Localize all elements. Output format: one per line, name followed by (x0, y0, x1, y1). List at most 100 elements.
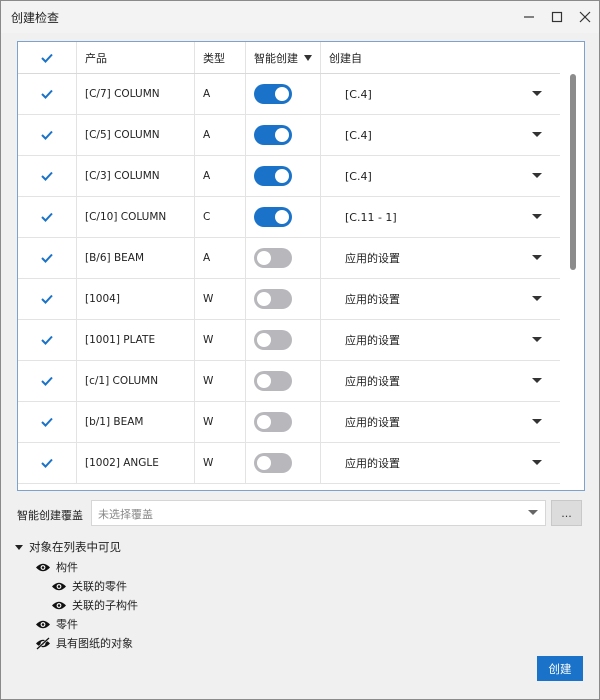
created-from-dropdown[interactable]: [C.4] (321, 156, 560, 196)
created-from-dropdown[interactable]: 应用的设置 (321, 279, 560, 319)
scrollbar-thumb[interactable] (570, 74, 576, 270)
table-row[interactable]: [c/1] COLUMN W 应用的设置 (18, 361, 560, 402)
table-row[interactable]: [1004] W 应用的设置 (18, 279, 560, 320)
row-checkbox[interactable] (40, 374, 54, 388)
header-type[interactable]: 类型 (195, 42, 246, 73)
created-from-dropdown[interactable]: 应用的设置 (321, 361, 560, 401)
visibility-item[interactable]: 零件 (35, 616, 78, 632)
row-check-cell (18, 238, 77, 278)
created-from-dropdown[interactable]: [C.11 - 1] (321, 197, 560, 237)
smart-create-toggle[interactable] (254, 289, 292, 309)
chevron-down-icon (532, 214, 542, 219)
table-row[interactable]: [b/1] BEAM W 应用的设置 (18, 402, 560, 443)
created-from-value: 应用的设置 (345, 457, 400, 470)
smart-create-toggle[interactable] (254, 207, 292, 227)
product-type: A (203, 88, 211, 100)
select-all-checkbox[interactable] (40, 51, 54, 65)
row-check-cell (18, 279, 77, 319)
row-checkbox[interactable] (40, 251, 54, 265)
row-checkbox[interactable] (40, 87, 54, 101)
created-from-dropdown[interactable]: 应用的设置 (321, 402, 560, 442)
override-label: 智能创建覆盖 (17, 509, 83, 522)
table-row[interactable]: [1001] PLATE W 应用的设置 (18, 320, 560, 361)
smart-create-toggle[interactable] (254, 412, 292, 432)
row-checkbox[interactable] (40, 456, 54, 470)
chevron-down-icon (532, 132, 542, 137)
product-type: W (203, 416, 214, 428)
header-product[interactable]: 产品 (77, 42, 195, 73)
toggle-knob (257, 456, 271, 470)
table-row[interactable]: [C/10] COLUMN C [C.11 - 1] (18, 197, 560, 238)
maximize-button[interactable] (545, 7, 569, 27)
browse-button[interactable]: ... (551, 500, 582, 526)
visibility-item[interactable]: 构件 (35, 559, 78, 575)
product-cell: [c/1] COLUMN (77, 361, 195, 401)
chevron-down-icon (532, 378, 542, 383)
type-cell: W (195, 361, 246, 401)
sort-desc-icon (304, 54, 312, 61)
created-from-value: 应用的设置 (345, 416, 400, 429)
smart-create-toggle[interactable] (254, 330, 292, 350)
product-name: [C/5] COLUMN (85, 129, 160, 141)
product-cell: [C/3] COLUMN (77, 156, 195, 196)
visibility-item-label: 具有图纸的对象 (56, 637, 133, 650)
header-created-from[interactable]: 创建自 (321, 42, 560, 73)
smart-create-toggle[interactable] (254, 371, 292, 391)
chevron-down-icon (532, 460, 542, 465)
created-from-dropdown[interactable]: 应用的设置 (321, 320, 560, 360)
close-button[interactable] (573, 7, 597, 27)
type-cell: W (195, 320, 246, 360)
toggle-knob (275, 169, 289, 183)
smart-create-cell (246, 361, 321, 401)
created-from-value: 应用的设置 (345, 334, 400, 347)
table-row[interactable]: [C/5] COLUMN A [C.4] (18, 115, 560, 156)
minimize-button[interactable] (517, 7, 541, 27)
created-from-value: [C.4] (345, 169, 372, 183)
row-checkbox[interactable] (40, 333, 54, 347)
product-name: [B/6] BEAM (85, 252, 145, 264)
visibility-item[interactable]: 关联的零件 (51, 578, 127, 594)
table-row[interactable]: [B/6] BEAM A 应用的设置 (18, 238, 560, 279)
row-checkbox[interactable] (40, 415, 54, 429)
visibility-section-toggle[interactable]: 对象在列表中可见 (15, 539, 121, 555)
type-cell: A (195, 156, 246, 196)
table-row[interactable]: [1002] ANGLE W 应用的设置 (18, 443, 560, 484)
checkmark-icon (41, 417, 53, 427)
smart-create-toggle[interactable] (254, 453, 292, 473)
row-check-cell (18, 402, 77, 442)
create-button[interactable]: 创建 (537, 656, 583, 681)
toggle-knob (257, 251, 271, 265)
product-type: W (203, 293, 214, 305)
row-checkbox[interactable] (40, 292, 54, 306)
visibility-item[interactable]: 关联的子构件 (51, 597, 138, 613)
smart-create-toggle[interactable] (254, 248, 292, 268)
header-smart-create[interactable]: 智能创建 (246, 42, 321, 73)
select-all-cell (18, 42, 77, 73)
smart-create-toggle[interactable] (254, 125, 292, 145)
checkmark-icon (41, 53, 53, 63)
row-checkbox[interactable] (40, 169, 54, 183)
smart-create-cell (246, 74, 321, 114)
vertical-scrollbar[interactable] (562, 42, 584, 490)
row-checkbox[interactable] (40, 210, 54, 224)
type-cell: A (195, 238, 246, 278)
row-checkbox[interactable] (40, 128, 54, 142)
created-from-dropdown[interactable]: 应用的设置 (321, 443, 560, 483)
table-row[interactable]: [C/3] COLUMN A [C.4] (18, 156, 560, 197)
smart-create-cell (246, 279, 321, 319)
visibility-item[interactable]: 具有图纸的对象 (35, 635, 133, 651)
smart-create-cell (246, 115, 321, 155)
created-from-dropdown[interactable]: 应用的设置 (321, 238, 560, 278)
override-dropdown[interactable]: 未选择覆盖 (91, 500, 546, 526)
checkmark-icon (41, 253, 53, 263)
product-name: [1001] PLATE (85, 334, 156, 346)
created-from-dropdown[interactable]: [C.4] (321, 115, 560, 155)
checkmark-icon (41, 294, 53, 304)
smart-create-toggle[interactable] (254, 166, 292, 186)
chevron-down-icon (532, 173, 542, 178)
table-row[interactable]: [C/7] COLUMN A [C.4] (18, 74, 560, 115)
smart-create-toggle[interactable] (254, 84, 292, 104)
toggle-knob (275, 210, 289, 224)
created-from-value: [C.11 - 1] (345, 210, 397, 224)
created-from-dropdown[interactable]: [C.4] (321, 74, 560, 114)
